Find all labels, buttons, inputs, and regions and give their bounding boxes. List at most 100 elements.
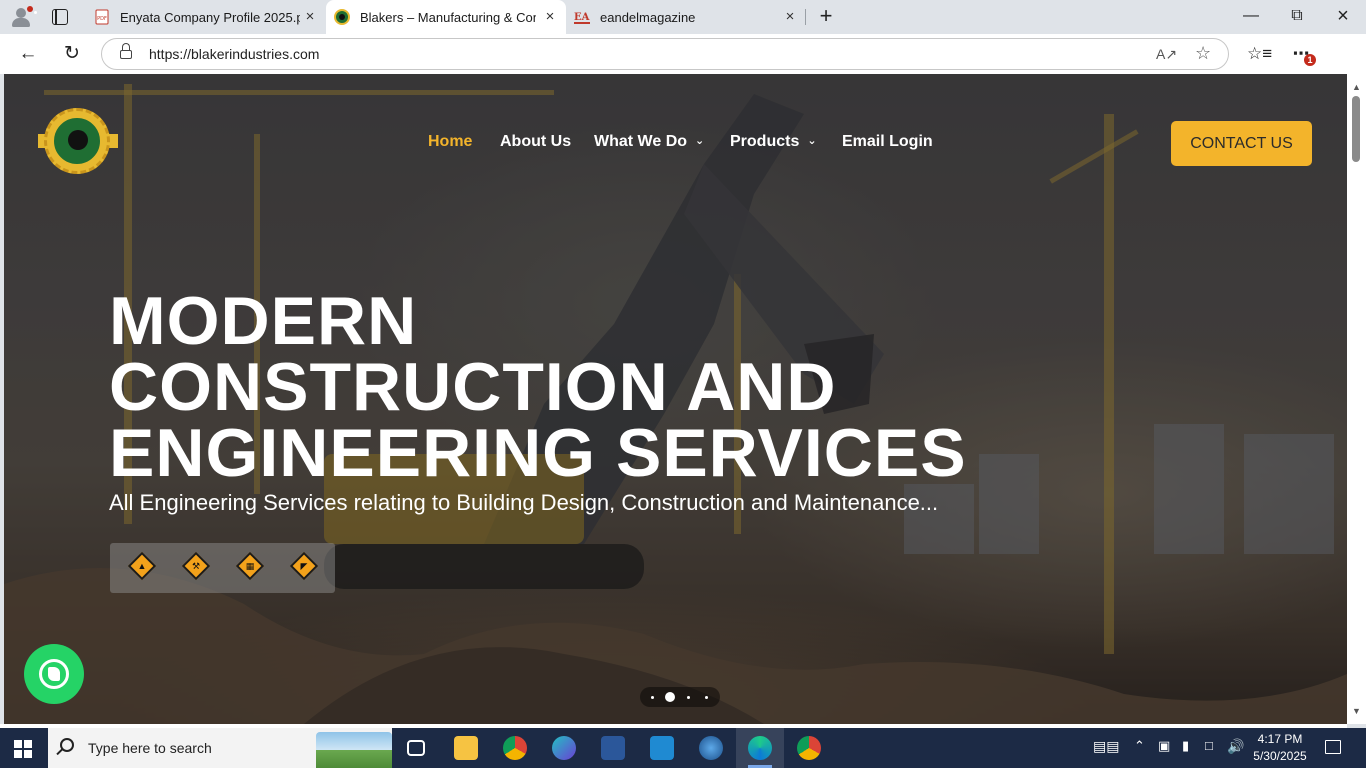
tab-blakers[interactable]: Blakers – Manufacturing & Constr × [326, 0, 566, 34]
tab-separator [805, 9, 806, 25]
nav-about-label: About Us [500, 133, 572, 150]
excavator-icon[interactable]: ◤ [289, 551, 319, 581]
slider-dot[interactable] [644, 691, 662, 703]
meet-now-icon[interactable]: ▣ [1158, 738, 1170, 754]
lock-icon[interactable] [120, 43, 132, 59]
page-scrollbar[interactable]: ▲ ▼ [1347, 74, 1366, 724]
chevron-down-icon: ⌄ [695, 135, 705, 147]
search-placeholder: Type here to search [88, 740, 212, 756]
canva-button[interactable] [540, 728, 588, 768]
nav-home-label: Home [428, 133, 473, 150]
network-icon[interactable]: □ [1205, 738, 1213, 753]
hero-headline-line: MODERN [109, 283, 418, 359]
notifications-icon[interactable] [1325, 740, 1341, 754]
nav-home[interactable]: Home [428, 133, 472, 151]
nav-email-login[interactable]: Email Login [842, 133, 933, 151]
blakers-favicon [334, 9, 350, 25]
hero-headline: MODERN CONSTRUCTION AND ENGINEERING SERV… [109, 283, 967, 491]
search-icon [60, 738, 74, 752]
nav-email-login-label: Email Login [842, 133, 933, 150]
clock-time: 4:17 PM [1257, 732, 1303, 746]
close-tab-icon[interactable]: × [542, 9, 558, 25]
vscode-icon [650, 736, 674, 760]
tab-eandelmagazine[interactable]: EA eandelmagazine × [566, 0, 806, 34]
hero-icon-bar: ▲ ⚒ ▦ ◤ [110, 543, 335, 593]
search-highlight-image[interactable] [316, 732, 392, 768]
slider-dots [644, 691, 716, 703]
folder-icon [454, 736, 478, 760]
canva-icon [552, 736, 576, 760]
tab-actions-icon[interactable] [52, 9, 68, 25]
battery-icon[interactable]: ▮ [1182, 738, 1189, 754]
hero-headline-line: ENGINEERING SERVICES [109, 415, 967, 491]
scroll-up-arrow-icon[interactable]: ▲ [1352, 82, 1361, 92]
chrome-profile-button[interactable] [785, 728, 833, 768]
new-tab-button[interactable]: + [815, 5, 837, 28]
blakers-logo[interactable] [38, 108, 118, 174]
nav-what-we-do-label: What We Do [594, 133, 688, 150]
windows-start-icon[interactable] [14, 740, 32, 758]
nav-about-us[interactable]: About Us [500, 133, 571, 151]
nav-products-label: Products [730, 133, 800, 150]
task-view-button[interactable] [392, 728, 440, 768]
nav-products[interactable]: Products ⌄ [730, 133, 817, 151]
hero-headline-line: CONSTRUCTION AND [109, 349, 837, 425]
read-aloud-icon[interactable]: A↗ [1156, 46, 1177, 63]
browser-globe-button[interactable] [687, 728, 735, 768]
url-text[interactable]: https://blakerindustries.com [149, 46, 319, 62]
phone-icon [48, 667, 60, 681]
edge-icon [748, 736, 772, 760]
chrome-icon [503, 736, 527, 760]
minimize-button[interactable]: — [1228, 0, 1274, 34]
whatsapp-button[interactable] [24, 644, 84, 704]
system-clock[interactable]: 4:17 PM 5/30/2025 [1248, 731, 1312, 765]
task-view-icon [407, 740, 425, 756]
slider-dot[interactable] [698, 691, 716, 703]
construction-helmet-icon[interactable]: ▲ [127, 551, 157, 581]
notification-badge: 1 [1304, 54, 1316, 66]
tab-title: eandelmagazine [600, 9, 696, 25]
taskbar-search[interactable]: Type here to search [48, 728, 392, 768]
chevron-up-icon[interactable]: ⌃ [1134, 738, 1145, 754]
chevron-down-icon: ⌄ [807, 135, 817, 147]
scrollbar-thumb[interactable] [1352, 96, 1360, 162]
profile-icon[interactable] [10, 6, 37, 28]
scroll-down-arrow-icon[interactable]: ▼ [1352, 706, 1361, 716]
back-arrow-icon[interactable]: ← [16, 42, 40, 66]
windows-taskbar: Type here to search ▤▤ ⌃ ▣ ▮ □ 🔊 4:17 PM… [0, 728, 1366, 768]
browser-titlebar: PDF Enyata Company Profile 2025.pdf × Bl… [0, 0, 1366, 34]
volume-icon[interactable]: 🔊 [1227, 738, 1244, 755]
page-viewport: Home About Us What We Do ⌄ Products ⌄ Emai… [4, 74, 1347, 724]
favorite-star-icon[interactable]: ☆ [1195, 43, 1211, 64]
file-explorer-button[interactable] [442, 728, 490, 768]
close-tab-icon[interactable]: × [782, 9, 798, 25]
tab-title: Enyata Company Profile 2025.pdf [120, 9, 300, 25]
slider-dot-active[interactable] [662, 691, 680, 703]
contact-us-button[interactable]: CONTACT US [1171, 121, 1312, 166]
word-button[interactable] [589, 728, 637, 768]
globe-icon [699, 736, 723, 760]
chrome-profile-icon [797, 736, 821, 760]
refresh-icon[interactable]: ↻ [60, 42, 84, 66]
word-icon [601, 736, 625, 760]
slider-dot[interactable] [680, 691, 698, 703]
address-bar[interactable]: https://blakerindustries.com A↗ ☆ [101, 38, 1229, 70]
edge-button[interactable] [736, 728, 784, 768]
tab-enyata-pdf[interactable]: PDF Enyata Company Profile 2025.pdf × [86, 0, 326, 34]
news-widget-icon[interactable]: ▤▤ [1093, 738, 1119, 755]
pdf-icon: PDF [95, 9, 109, 25]
svg-text:EA: EA [574, 12, 590, 23]
hero-subline: All Engineering Services relating to Bui… [109, 490, 939, 515]
vscode-button[interactable] [638, 728, 686, 768]
favorites-icon[interactable]: ☆≡ [1247, 43, 1272, 65]
construction-worker-icon[interactable]: ⚒ [181, 551, 211, 581]
building-icon[interactable]: ▦ [235, 551, 265, 581]
close-window-button[interactable]: × [1320, 0, 1366, 34]
eam-favicon: EA [574, 12, 590, 24]
nav-what-we-do[interactable]: What We Do ⌄ [594, 133, 704, 151]
close-tab-icon[interactable]: × [302, 9, 318, 25]
chrome-button[interactable] [491, 728, 539, 768]
restore-button[interactable]: ⧉ [1274, 0, 1320, 34]
svg-text:PDF: PDF [97, 16, 107, 22]
browser-toolbar: ← ↻ https://blakerindustries.com A↗ ☆ ☆≡… [0, 34, 1366, 99]
